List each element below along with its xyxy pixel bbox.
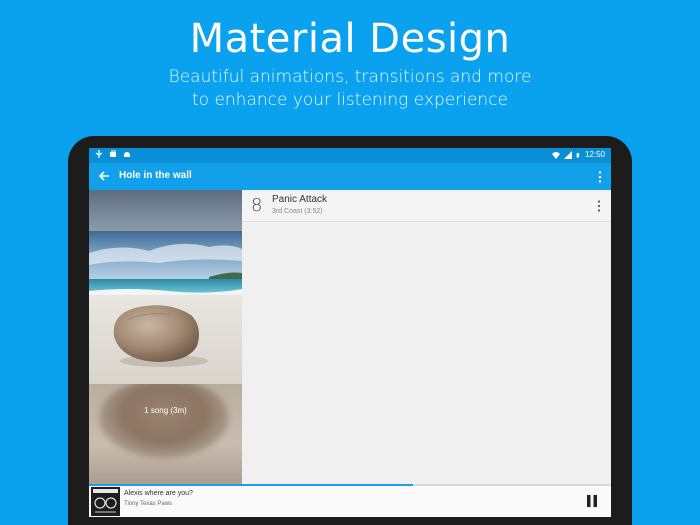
album-art-pane: 1 song (3m)	[89, 190, 242, 485]
track-row[interactable]: 8 Panic Attack 3rd Coast (3:52)	[242, 190, 611, 222]
now-playing-album-art[interactable]	[91, 487, 120, 516]
arrow-back-icon[interactable]	[97, 169, 111, 183]
album-art-sky	[89, 190, 242, 231]
track-more-vert-icon[interactable]	[597, 199, 601, 213]
coconut-beach-illustration	[89, 231, 242, 384]
status-time: 12:50	[584, 150, 605, 159]
track-subtitle: 3rd Coast (3:52)	[272, 208, 323, 215]
usb-icon	[95, 150, 103, 158]
app-screen: 12:50 Hole in the wall 1 song (3m) 8 Pan…	[89, 148, 611, 517]
now-playing-title: Alexis where are you?	[124, 490, 193, 497]
status-bar-left	[95, 150, 131, 158]
album-song-count: 1 song (3m)	[144, 406, 187, 415]
android-debug-icon	[124, 152, 130, 157]
album-thumbnail-illustration	[91, 487, 120, 516]
more-vert-icon[interactable]	[597, 170, 603, 184]
battery-icon	[576, 152, 580, 157]
pause-icon[interactable]	[585, 494, 599, 508]
notifications-icon	[110, 150, 116, 157]
blurred-album-art	[99, 384, 229, 458]
wifi-icon	[551, 151, 560, 159]
track-title: Panic Attack	[272, 194, 328, 205]
status-bar-right: 12:50	[551, 150, 605, 159]
status-bar: 12:50	[89, 148, 611, 163]
promo-headline: Material Design	[189, 16, 511, 62]
promo-subline-line-1: Beautiful animations, transitions and mo…	[168, 67, 532, 87]
now-playing-artist: Tinny Texas Paws	[124, 501, 173, 507]
now-playing-bar[interactable]: Alexis where are you? Tinny Texas Paws	[89, 486, 611, 517]
album-art-image[interactable]	[89, 231, 242, 384]
track-number: 8	[251, 195, 263, 216]
app-bar: Hole in the wall	[89, 163, 611, 190]
album-info-overlay: 1 song (3m)	[89, 384, 242, 485]
promo-subline: Beautiful animations, transitions and mo…	[0, 66, 700, 112]
promo-subline-line-2: to enhance your listening experience	[191, 90, 509, 110]
signal-icon	[563, 150, 572, 159]
page-title: Hole in the wall	[119, 170, 192, 181]
